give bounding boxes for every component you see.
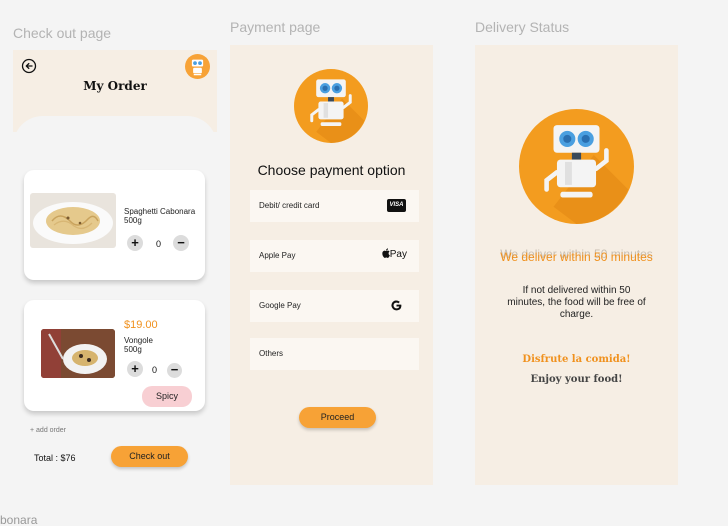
delivery-headline: We deliver within 50 minutes (500, 250, 653, 264)
payment-option-google-pay[interactable]: Google Pay (250, 290, 419, 322)
item-weight: 500g (124, 345, 142, 354)
item-quantity: 0 (152, 365, 158, 375)
apple-logo-icon (382, 248, 390, 258)
item-price: $19.00 (124, 319, 158, 331)
payment-option-apple-pay[interactable]: Apple Pay Pay (250, 240, 419, 272)
decrease-qty-button[interactable]: − (173, 235, 189, 251)
payment-screen: Choose payment option Debit/ credit card… (230, 45, 433, 485)
back-arrow-icon[interactable] (21, 58, 37, 74)
page-title: My Order (83, 79, 147, 93)
apple-pay-icon: Pay (382, 248, 407, 260)
apple-pay-text: Pay (389, 249, 407, 260)
payment-option-label: Apple Pay (259, 251, 296, 260)
payment-option-label: Debit/ credit card (259, 201, 320, 210)
spanish-greeting: Disfrute la comida! (522, 354, 631, 365)
add-order-link[interactable]: + add order (30, 427, 66, 434)
increase-qty-button[interactable]: + (127, 235, 143, 251)
delivery-screen: We deliver within 50 minutes We deliver … (475, 45, 678, 485)
order-item-card: Spaghetti Cabonara 500g + 0 − (24, 170, 205, 280)
checkout-screen: My Order Spaghetti Cabonara 500g + 0 − $… (13, 50, 217, 480)
vongole-image (41, 329, 115, 378)
visa-card-icon: VISA (387, 199, 406, 212)
checkout-frame-label: Check out page (13, 25, 112, 41)
payment-frame-label: Payment page (230, 19, 321, 35)
payment-option-card[interactable]: Debit/ credit card VISA (250, 190, 419, 222)
payment-option-others[interactable]: Others (250, 338, 419, 370)
google-icon (391, 300, 402, 311)
payment-option-label: Google Pay (259, 301, 301, 310)
proceed-button[interactable]: Proceed (299, 407, 376, 428)
checkout-button[interactable]: Check out (111, 446, 188, 467)
payment-option-label: Others (259, 349, 284, 358)
offscreen-frame-label: bonara (0, 513, 38, 526)
order-total: Total : $76 (34, 453, 76, 463)
robot-avatar-icon[interactable] (185, 54, 210, 79)
item-quantity: 0 (156, 239, 162, 249)
order-item-card: $19.00 Vongole 500g + 0 − Spicy (24, 300, 205, 411)
delivery-frame-label: Delivery Status (475, 19, 570, 35)
english-greeting: Enjoy your food! (530, 374, 623, 385)
increase-qty-button[interactable]: + (127, 361, 143, 377)
robot-mascot-icon (294, 69, 368, 143)
robot-mascot-icon (519, 109, 634, 224)
spicy-tag-button[interactable]: Spicy (142, 386, 192, 407)
delivery-guarantee-text: If not delivered within 50 minutes, the … (507, 285, 646, 320)
decrease-qty-button[interactable]: − (167, 363, 182, 378)
item-weight: 500g (124, 216, 142, 225)
carbonara-image (30, 193, 116, 248)
payment-title: Choose payment option (257, 162, 406, 178)
